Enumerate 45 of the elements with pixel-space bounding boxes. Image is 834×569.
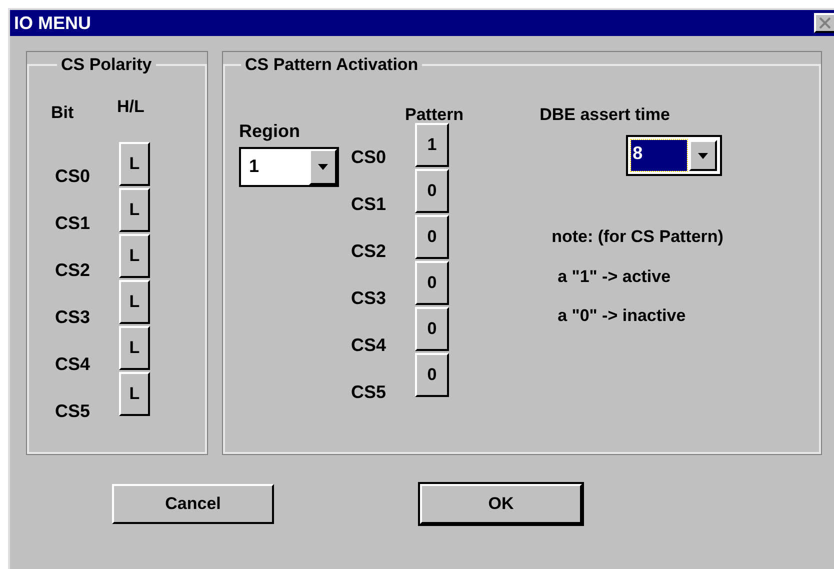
bit-label: CS0 <box>55 164 92 188</box>
toggle-button[interactable]: 0 <box>415 169 449 213</box>
dropdown-arrow-button[interactable] <box>688 140 717 171</box>
bit-label: CS1 <box>351 193 388 216</box>
bit-label: CS0 <box>351 146 388 169</box>
dbe-dropdown[interactable]: 8 <box>626 135 722 176</box>
bit-label: CS5 <box>55 400 92 422</box>
region-dropdown[interactable]: 1 <box>239 146 339 186</box>
dbe-label: DBE assert time <box>540 104 671 126</box>
region-label: Region <box>239 120 301 143</box>
window-title: IO MENU <box>14 12 92 34</box>
toggle-button[interactable]: L <box>119 280 150 324</box>
bit-label: CS3 <box>55 306 92 328</box>
toggle-button[interactable]: L <box>119 142 150 186</box>
bit-label: CS3 <box>351 287 388 310</box>
dialog-button[interactable]: OK <box>420 484 582 524</box>
toggle-button[interactable]: 0 <box>415 307 449 351</box>
bit-label: CS5 <box>351 381 388 404</box>
toggle-button[interactable]: 0 <box>415 215 449 259</box>
bit-label: CS4 <box>351 334 388 357</box>
close-button[interactable] <box>814 13 834 33</box>
group-title: CS Pattern Activation <box>244 54 420 76</box>
caret-icon <box>318 164 328 170</box>
toggle-button[interactable]: 1 <box>415 123 449 167</box>
bit-label: CS2 <box>351 240 388 263</box>
column-header: H/L <box>117 96 144 118</box>
toggle-button[interactable]: 0 <box>415 353 449 397</box>
close-icon <box>819 17 831 29</box>
dropdown-arrow-button[interactable] <box>309 148 337 184</box>
toggle-button[interactable]: L <box>119 188 150 232</box>
bit-label: CS1 <box>55 212 92 234</box>
bit-label: CS4 <box>55 352 92 376</box>
note-text: a "0" -> inactive <box>558 305 687 327</box>
group-title: CS Polarity <box>60 54 153 76</box>
column-header: Pattern <box>405 104 464 126</box>
note-text: note: (for CS Pattern) <box>552 226 724 248</box>
dialog-button[interactable]: Cancel <box>112 484 274 524</box>
bit-label: CS2 <box>55 258 92 282</box>
toggle-button[interactable]: L <box>119 326 150 370</box>
note-text: a "1" -> active <box>558 266 672 288</box>
column-header: Bit <box>51 102 75 124</box>
toggle-button[interactable]: 0 <box>415 261 449 305</box>
caret-icon <box>698 152 708 158</box>
toggle-button[interactable]: L <box>119 234 150 278</box>
toggle-button[interactable]: L <box>119 372 150 416</box>
